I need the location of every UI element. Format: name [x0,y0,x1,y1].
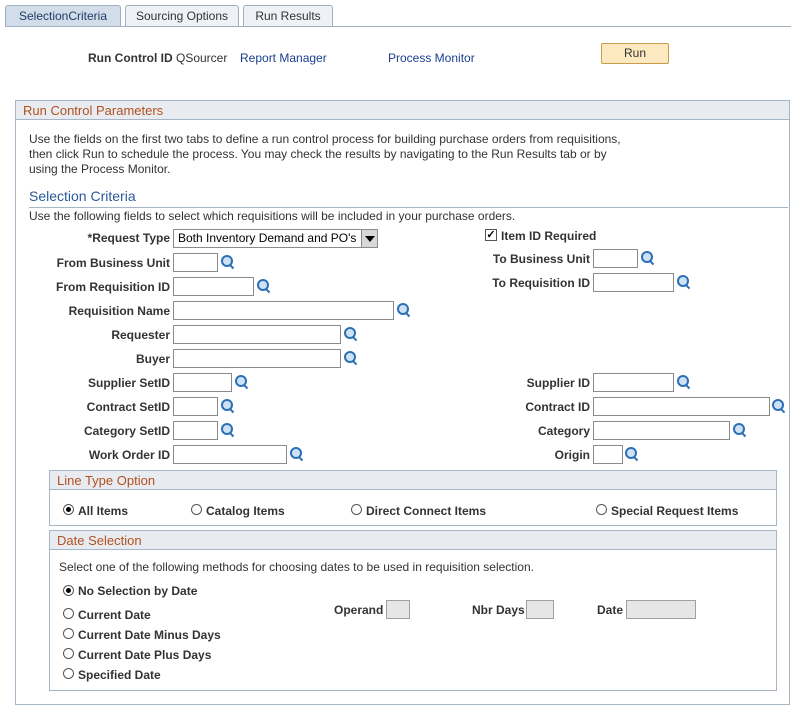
category-setid-input[interactable] [173,421,218,440]
operand-input[interactable] [386,600,410,619]
radio-special-request-items[interactable] [596,504,607,515]
date-selection-header: Date Selection [50,531,776,550]
date-selection-title: Date Selection [57,533,142,548]
buyer-label: Buyer [135,352,170,366]
special-request-items-label: Special Request Items [611,504,739,518]
lookup-icon[interactable] [772,399,786,413]
report-manager-link[interactable]: Report Manager [240,51,327,65]
radio-current-date[interactable] [63,608,74,619]
origin-label: Origin [554,448,590,462]
lookup-icon[interactable] [257,279,271,293]
run-control-parameters-title: Run Control Parameters [23,103,164,118]
lookup-icon[interactable] [221,399,235,413]
radio-current-date-plus-days[interactable] [63,648,74,659]
requisition-name-label: Requisition Name [68,304,170,318]
specified-date-label: Specified Date [78,668,161,682]
nbr-days-label: Nbr Days [472,603,525,617]
tab-run-results[interactable]: Run Results [243,5,333,27]
lookup-icon[interactable] [344,351,358,365]
request-type-select[interactable]: Both Inventory Demand and PO's [173,229,378,248]
current-date-plus-days-label: Current Date Plus Days [78,648,212,662]
request-type-label: *Request Type [87,231,170,245]
process-monitor-link[interactable]: Process Monitor [388,51,475,65]
chevron-down-icon[interactable] [361,230,377,247]
to-business-unit-input[interactable] [593,249,638,268]
lookup-icon[interactable] [221,255,235,269]
line-type-option-header: Line Type Option [50,471,776,490]
nbr-days-input[interactable] [526,600,554,619]
current-date-label: Current Date [78,608,151,622]
lookup-icon[interactable] [641,251,655,265]
supplier-id-label: Supplier ID [526,376,590,390]
lookup-icon[interactable] [677,375,691,389]
from-business-unit-input[interactable] [173,253,218,272]
lookup-icon[interactable] [221,423,235,437]
from-requisition-id-label: From Requisition ID [56,280,170,294]
contract-setid-input[interactable] [173,397,218,416]
contract-id-label: Contract ID [525,400,590,414]
buyer-input[interactable] [173,349,341,368]
lookup-icon[interactable] [733,423,747,437]
supplier-setid-input[interactable] [173,373,232,392]
catalog-items-label: Catalog Items [206,504,285,518]
to-business-unit-label: To Business Unit [492,252,590,266]
from-business-unit-label: From Business Unit [56,256,170,270]
lookup-icon[interactable] [290,447,304,461]
date-label: Date [597,603,624,617]
category-setid-label: Category SetID [83,424,170,438]
requester-label: Requester [111,328,170,342]
selection-criteria-title: Selection Criteria [29,188,136,204]
work-order-id-label: Work Order ID [88,448,170,462]
direct-connect-items-label: Direct Connect Items [366,504,487,518]
run-control-parameters-header: Run Control Parameters [16,101,789,120]
item-id-required-label: Item ID Required [501,229,597,243]
radio-specified-date[interactable] [63,668,74,679]
run-button[interactable]: Run [601,43,669,64]
work-order-id-input[interactable] [173,445,287,464]
run-control-id-label: Run Control ID [88,51,173,65]
radio-direct-connect-items[interactable] [351,504,362,515]
radio-catalog-items[interactable] [191,504,202,515]
lookup-icon[interactable] [397,303,411,317]
requester-input[interactable] [173,325,341,344]
contract-setid-label: Contract SetID [86,400,170,414]
date-selection-description: Select one of the following methods for … [59,560,534,574]
no-selection-by-date-label: No Selection by Date [78,584,198,598]
selection-criteria-rule [29,207,788,208]
all-items-label: All Items [78,504,129,518]
category-input[interactable] [593,421,730,440]
run-control-id-value: QSourcer [176,51,228,65]
operand-label: Operand [334,603,384,617]
line-type-option-title: Line Type Option [57,473,156,488]
requisition-name-input[interactable] [173,301,394,320]
lookup-icon[interactable] [625,447,639,461]
contract-id-input[interactable] [593,397,770,416]
supplier-setid-label: Supplier SetID [87,376,170,390]
lookup-icon[interactable] [677,275,691,289]
from-requisition-id-input[interactable] [173,277,254,296]
tab-selection-criteria[interactable]: SelectionCriteria [5,5,121,27]
lookup-icon[interactable] [344,327,358,341]
radio-current-date-minus-days[interactable] [63,628,74,639]
request-type-value: Both Inventory Demand and PO's [178,231,357,245]
instructions-line-3: using the Process Monitor. [29,162,171,176]
origin-input[interactable] [593,445,623,464]
item-id-required-checkbox[interactable]: ✓ [485,229,497,241]
instructions-line-1: Use the fields on the first two tabs to … [29,132,621,146]
radio-no-selection-by-date[interactable] [63,585,74,596]
to-requisition-id-label: To Requisition ID [492,276,590,290]
radio-all-items[interactable] [63,504,74,515]
tab-sourcing-options[interactable]: Sourcing Options [125,5,239,27]
category-label: Category [537,424,590,438]
lookup-icon[interactable] [235,375,249,389]
to-requisition-id-input[interactable] [593,273,674,292]
selection-criteria-description: Use the following fields to select which… [29,209,516,223]
date-input[interactable] [626,600,696,619]
current-date-minus-days-label: Current Date Minus Days [78,628,221,642]
instructions-line-2: then click Run to schedule the process. … [29,147,607,161]
tab-divider [5,26,791,27]
supplier-id-input[interactable] [593,373,674,392]
